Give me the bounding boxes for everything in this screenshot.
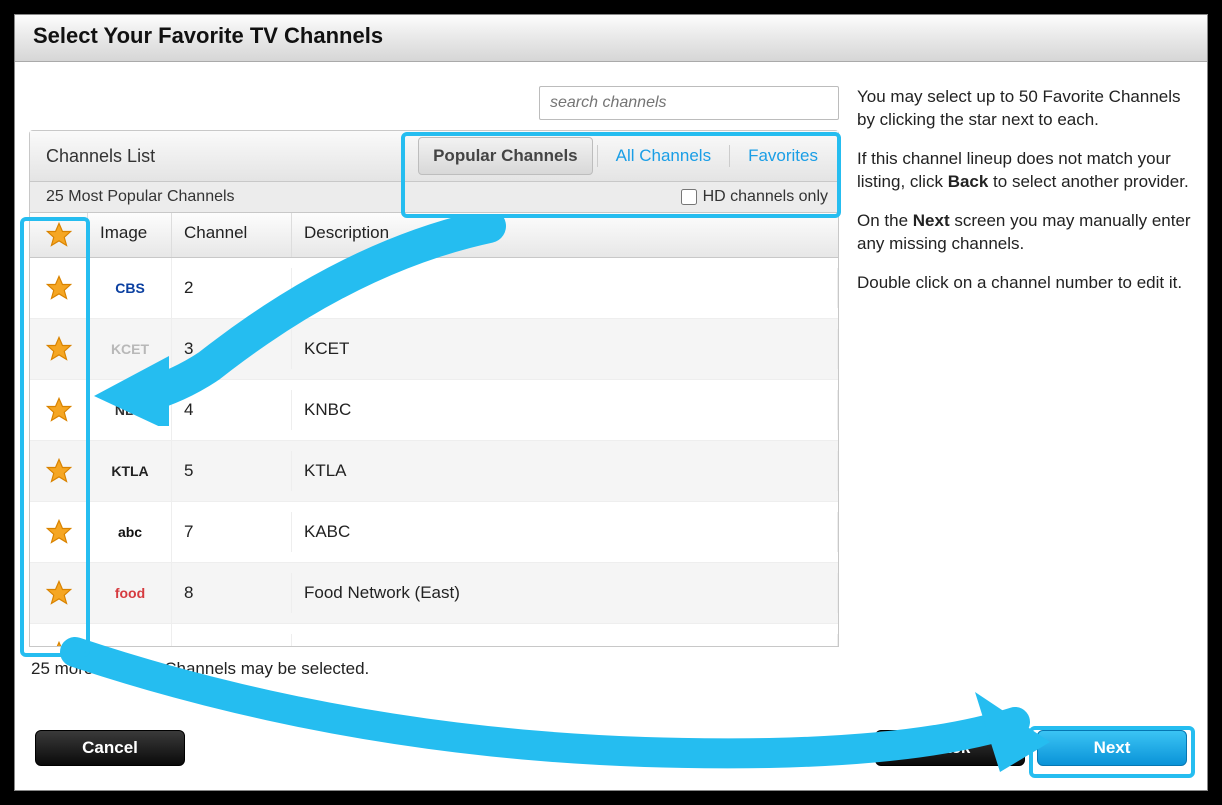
channel-description-cell: KABC bbox=[292, 512, 838, 552]
channel-number-cell[interactable]: 3 bbox=[172, 329, 292, 369]
page-title: Select Your Favorite TV Channels bbox=[33, 23, 1189, 49]
dialog-window: Select Your Favorite TV Channels Ch bbox=[14, 14, 1208, 791]
panel-title: Channels List bbox=[46, 146, 418, 167]
help-paragraph-1: You may select up to 50 Favorite Channel… bbox=[857, 86, 1193, 132]
tab-separator bbox=[729, 145, 730, 167]
column-header-image[interactable]: Image bbox=[88, 213, 172, 257]
column-header-star[interactable] bbox=[30, 213, 88, 257]
help-paragraph-4: Double click on a channel number to edit… bbox=[857, 272, 1193, 295]
channel-number-cell[interactable]: 7 bbox=[172, 512, 292, 552]
channel-number-cell[interactable]: 5 bbox=[172, 451, 292, 491]
channel-description-cell: Food Network (East) bbox=[292, 573, 838, 613]
favorite-star-cell[interactable] bbox=[30, 510, 88, 554]
channel-logo: food bbox=[100, 573, 160, 613]
table-row[interactable]: KCET3KCET bbox=[30, 319, 838, 380]
star-icon bbox=[30, 518, 87, 546]
channels-panel: Channels List Popular Channels All Chann… bbox=[29, 130, 839, 647]
column-header-description[interactable]: Description bbox=[292, 213, 838, 257]
star-icon bbox=[30, 274, 87, 302]
titlebar: Select Your Favorite TV Channels bbox=[15, 15, 1207, 62]
next-button[interactable]: Next bbox=[1037, 730, 1187, 766]
channel-logo-cell: NBC bbox=[88, 380, 172, 440]
help-panel: You may select up to 50 Favorite Channel… bbox=[857, 86, 1193, 718]
channel-description-cell: KCET bbox=[292, 329, 838, 369]
subheader-text: 25 Most Popular Channels bbox=[46, 188, 235, 206]
table-row[interactable]: NBC 4KNBC bbox=[30, 380, 838, 441]
channel-logo-cell: KTLA bbox=[88, 441, 172, 501]
favorite-star-cell[interactable] bbox=[30, 388, 88, 432]
channel-number-cell[interactable]: 11 bbox=[172, 634, 292, 646]
column-header-channel[interactable]: Channel bbox=[172, 213, 292, 257]
channel-logo-cell: CBS bbox=[88, 258, 172, 318]
channel-logo: KCET bbox=[100, 329, 160, 369]
left-column: Channels List Popular Channels All Chann… bbox=[29, 86, 839, 718]
channel-description-cell: KCBS bbox=[292, 268, 838, 308]
favorite-star-cell[interactable] bbox=[30, 327, 88, 371]
search-input[interactable] bbox=[539, 86, 839, 120]
table-row[interactable]: food 8Food Network (East) bbox=[30, 563, 838, 624]
table-header-row: Image Channel Description bbox=[30, 213, 838, 258]
channel-description-cell: KTLA bbox=[292, 451, 838, 491]
table-row[interactable]: CBS 2KCBS bbox=[30, 258, 838, 319]
channel-description-cell: KNBC bbox=[292, 390, 838, 430]
star-icon bbox=[30, 221, 87, 249]
channel-number-cell[interactable]: 8 bbox=[172, 573, 292, 613]
tab-strip: Popular Channels All Channels Favorites bbox=[418, 137, 832, 175]
channel-logo: abc bbox=[100, 512, 160, 552]
star-icon bbox=[30, 457, 87, 485]
panel-subheader: 25 Most Popular Channels HD channels onl… bbox=[30, 182, 838, 213]
channel-description-cell: KTTV bbox=[292, 634, 838, 646]
cancel-button[interactable]: Cancel bbox=[35, 730, 185, 766]
channel-number-cell[interactable]: 4 bbox=[172, 390, 292, 430]
help-paragraph-3: On the Next screen you may manually ente… bbox=[857, 210, 1193, 256]
star-icon bbox=[30, 640, 87, 646]
star-icon bbox=[30, 396, 87, 424]
channel-number-cell[interactable]: 2 bbox=[172, 268, 292, 308]
favorite-star-cell[interactable] bbox=[30, 571, 88, 615]
search-row bbox=[29, 86, 839, 120]
table-row[interactable]: KTLA5KTLA bbox=[30, 441, 838, 502]
content-area: Channels List Popular Channels All Chann… bbox=[15, 62, 1207, 718]
channel-logo: CBS bbox=[100, 268, 160, 308]
channel-logo-cell: KCET bbox=[88, 319, 172, 379]
favorite-star-cell[interactable] bbox=[30, 266, 88, 310]
footer: Cancel Back Next bbox=[15, 718, 1207, 790]
channel-logo: FOX bbox=[100, 634, 160, 646]
selection-status: 25 more Favorite Channels may be selecte… bbox=[29, 647, 839, 691]
hd-only-checkbox[interactable] bbox=[681, 189, 697, 205]
panel-header: Channels List Popular Channels All Chann… bbox=[30, 131, 838, 182]
hd-only-label: HD channels only bbox=[703, 188, 828, 206]
channel-logo-cell: FOX bbox=[88, 624, 172, 646]
table-row[interactable]: FOX 11KTTV bbox=[30, 624, 838, 646]
tab-favorites[interactable]: Favorites bbox=[734, 138, 832, 174]
channel-logo-cell: abc bbox=[88, 502, 172, 562]
tab-all-channels[interactable]: All Channels bbox=[602, 138, 725, 174]
tab-separator bbox=[597, 145, 598, 167]
tab-popular-channels[interactable]: Popular Channels bbox=[418, 137, 593, 175]
star-icon bbox=[30, 335, 87, 363]
table-body[interactable]: CBS2KCBSKCET3KCETNBC4KNBCKTLA5KTLAabc7KA… bbox=[30, 258, 838, 646]
favorite-star-cell[interactable] bbox=[30, 449, 88, 493]
channel-logo: NBC bbox=[100, 390, 160, 430]
hd-only-toggle[interactable]: HD channels only bbox=[681, 188, 828, 206]
back-button[interactable]: Back bbox=[875, 730, 1025, 766]
channel-logo: KTLA bbox=[100, 451, 160, 491]
channel-logo-cell: food bbox=[88, 563, 172, 623]
favorite-star-cell[interactable] bbox=[30, 632, 88, 646]
table-row[interactable]: abc 7KABC bbox=[30, 502, 838, 563]
star-icon bbox=[30, 579, 87, 607]
help-paragraph-2: If this channel lineup does not match yo… bbox=[857, 148, 1193, 194]
